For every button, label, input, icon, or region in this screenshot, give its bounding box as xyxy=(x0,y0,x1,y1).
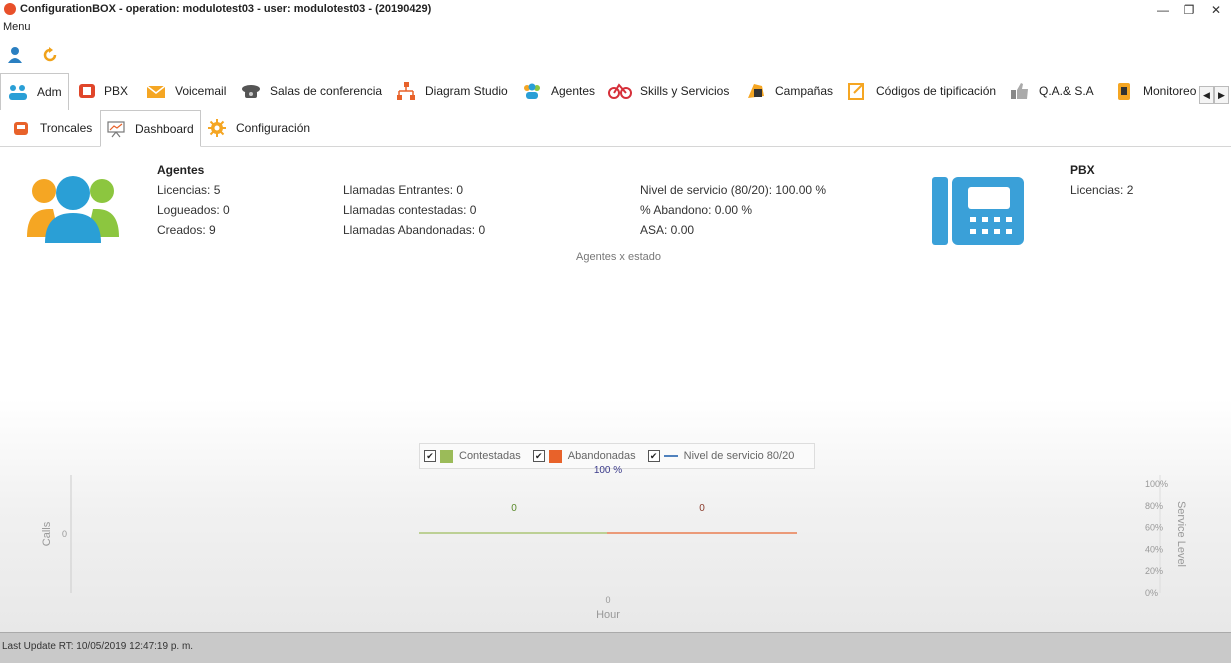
tab-diagram-studio[interactable]: Diagram Studio xyxy=(395,73,508,108)
tab-label: Troncales xyxy=(40,121,92,135)
user-icon[interactable] xyxy=(5,45,25,65)
scroll-left-button[interactable]: ◀ xyxy=(1199,86,1214,104)
tab-adm[interactable]: Adm xyxy=(0,73,69,110)
tab-scroll-controls: ◀ ▶ xyxy=(1199,86,1229,102)
pbx-licenses: Licencias: 2 xyxy=(1070,183,1133,197)
window-title: ConfigurationBOX - operation: modulotest… xyxy=(20,3,431,15)
pbx-heading: PBX xyxy=(1070,163,1095,177)
campaign-icon xyxy=(745,81,767,101)
dashboard-panel: Agentes Licencias: 5 Logueados: 0 Creado… xyxy=(0,147,1231,632)
tab-label: Dashboard xyxy=(135,122,194,136)
legend-answered: Contestadas xyxy=(459,450,521,462)
tab-monitoreo[interactable]: Monitoreo xyxy=(1113,73,1196,108)
tab-configuracion[interactable]: Configuración xyxy=(208,110,310,145)
tab-dashboard[interactable]: Dashboard xyxy=(100,110,201,147)
diagram-icon xyxy=(395,81,417,101)
scroll-right-button[interactable]: ▶ xyxy=(1214,86,1229,104)
tab-voicemail[interactable]: Voicemail xyxy=(145,73,226,108)
tab-codigos-de-tipificacion[interactable]: Códigos de tipificación xyxy=(846,73,996,108)
agents-licenses: Licencias: 5 xyxy=(157,183,220,197)
admin-icon xyxy=(7,82,29,102)
tab-label: Campañas xyxy=(775,84,833,98)
voicemail-icon xyxy=(145,81,167,101)
menu-item[interactable]: Menu xyxy=(3,21,31,33)
pbx-icon xyxy=(76,81,98,101)
tab-label: Códigos de tipificación xyxy=(876,84,996,98)
tab-label: Agentes xyxy=(551,84,595,98)
tab-label: Voicemail xyxy=(175,84,226,98)
abandoned-swatch xyxy=(549,450,562,463)
status-bar: Last Update RT: 10/05/2019 12:47:19 p. m… xyxy=(0,632,1231,663)
restore-button[interactable]: ❐ xyxy=(1176,0,1202,20)
average-speed-of-answer: ASA: 0.00 xyxy=(640,223,694,237)
service-level: Nivel de servicio (80/20): 100.00 % xyxy=(640,183,826,197)
answered-calls: Llamadas contestadas: 0 xyxy=(343,203,476,217)
tab-skills-y-servicios[interactable]: Skills y Servicios xyxy=(608,73,729,108)
close-button[interactable]: ✕ xyxy=(1203,0,1229,20)
agents-icon xyxy=(521,81,543,101)
codes-icon xyxy=(846,81,868,101)
main-tab-bar: Adm PBX Voicemail Salas de conferencia D… xyxy=(0,73,1231,109)
thumbs-up-icon xyxy=(1009,81,1031,101)
tab-troncales[interactable]: Troncales xyxy=(12,110,92,145)
tab-label: Adm xyxy=(37,85,62,99)
tab-agentes[interactable]: Agentes xyxy=(521,73,595,108)
abandoned-calls: Llamadas Abandonadas: 0 xyxy=(343,223,485,237)
tab-qa-sa[interactable]: Q.A.& S.A xyxy=(1009,73,1094,108)
conference-phone-icon xyxy=(240,81,262,101)
gear-icon xyxy=(208,119,226,137)
app-logo-icon xyxy=(4,3,16,15)
tab-pbx[interactable]: PBX xyxy=(76,73,128,108)
monitor-icon xyxy=(1113,81,1135,101)
sub-tab-bar: Troncales Dashboard Configuración xyxy=(0,110,1231,147)
legend-service-level: Nivel de servicio 80/20 xyxy=(684,450,795,462)
chart-legend: ✔ Contestadas ✔ Abandonadas ✔ Nivel de s… xyxy=(419,443,815,469)
tab-label: PBX xyxy=(104,84,128,98)
quick-toolbar xyxy=(0,40,100,68)
tab-label: Configuración xyxy=(236,121,310,135)
dashboard-icon xyxy=(107,120,125,138)
agents-by-state-title: Agentes x estado xyxy=(576,251,661,263)
last-update-text: Last Update RT: 10/05/2019 12:47:19 p. m… xyxy=(2,641,193,652)
agents-created: Creados: 9 xyxy=(157,223,216,237)
abandoned-checkbox[interactable]: ✔ xyxy=(533,450,545,462)
agents-heading: Agentes xyxy=(157,163,204,177)
tab-campanas[interactable]: Campañas xyxy=(745,73,833,108)
tab-label: Salas de conferencia xyxy=(270,84,382,98)
tab-salas-de-conferencia[interactable]: Salas de conferencia xyxy=(240,73,382,108)
tab-label: Q.A.& S.A xyxy=(1039,84,1094,98)
tab-label: Skills y Servicios xyxy=(640,84,729,98)
service-level-checkbox[interactable]: ✔ xyxy=(648,450,660,462)
legend-abandoned: Abandonadas xyxy=(568,450,636,462)
incoming-calls: Llamadas Entrantes: 0 xyxy=(343,183,463,197)
abandon-rate: % Abandono: 0.00 % xyxy=(640,203,752,217)
desk-phone-icon xyxy=(932,177,1024,245)
agents-logged-in: Logueados: 0 xyxy=(157,203,230,217)
tab-label: Monitoreo xyxy=(1143,84,1196,98)
tab-label: Diagram Studio xyxy=(425,84,508,98)
answered-swatch xyxy=(440,450,453,463)
service-level-swatch xyxy=(664,455,678,457)
minimize-button[interactable]: — xyxy=(1150,0,1176,20)
skills-icon xyxy=(608,81,632,101)
answered-checkbox[interactable]: ✔ xyxy=(424,450,436,462)
title-bar: ConfigurationBOX - operation: modulotest… xyxy=(0,0,1231,20)
refresh-icon[interactable] xyxy=(40,45,60,65)
trunks-icon xyxy=(12,119,30,137)
agents-group-icon xyxy=(27,175,119,245)
